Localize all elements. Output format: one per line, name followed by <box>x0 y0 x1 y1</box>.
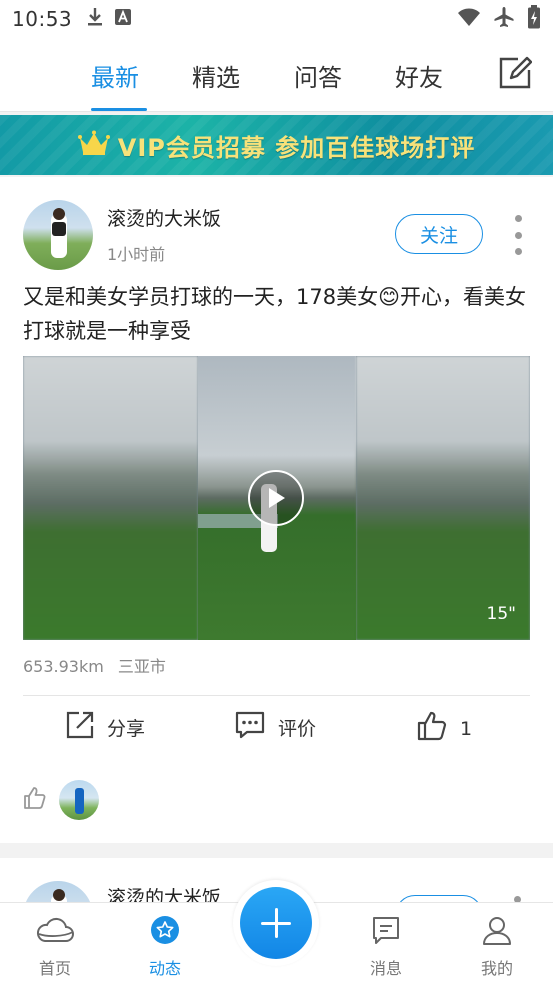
vip-banner[interactable]: VIP会员招募 参加百佳球场打评 <box>0 115 553 175</box>
tab-qa[interactable]: 问答 <box>294 58 342 93</box>
like-count: 1 <box>460 717 473 740</box>
play-icon[interactable] <box>248 470 304 526</box>
liker-avatar[interactable] <box>59 780 99 820</box>
share-icon <box>65 710 95 745</box>
nav-feed[interactable]: 动态 <box>130 915 200 979</box>
post-meta: 653.93km 三亚市 <box>23 653 166 677</box>
edit-icon[interactable] <box>498 56 533 90</box>
user-icon <box>482 915 512 949</box>
video-duration: 15" <box>486 604 516 624</box>
download-icon <box>86 7 104 31</box>
post-username[interactable]: 滚烫的大米饭 <box>107 204 221 231</box>
post-card: 滚烫的大米饭 1小时前 关注 又是和美女学员打球的一天，178美女😊开心，看美女… <box>0 177 553 843</box>
banner-text: VIP会员招募 参加百佳球场打评 <box>117 133 476 162</box>
active-tab-indicator <box>91 108 147 111</box>
post-distance: 653.93km <box>23 657 104 676</box>
share-label: 分享 <box>107 718 146 740</box>
likers-row <box>23 780 99 820</box>
post-video[interactable]: 15" <box>23 356 530 640</box>
nav-profile-label: 我的 <box>480 959 513 978</box>
nav-home-label: 首页 <box>38 959 71 978</box>
follow-button[interactable]: 关注 <box>395 214 483 254</box>
tab-latest[interactable]: 最新 <box>91 58 139 93</box>
post-time: 1小时前 <box>107 245 166 264</box>
message-icon <box>371 915 401 949</box>
thumbs-up-small-icon <box>23 786 47 814</box>
cloud-icon <box>35 915 75 949</box>
tab-friends[interactable]: 好友 <box>395 58 443 93</box>
status-time: 10:53 <box>12 7 73 31</box>
nav-feed-label: 动态 <box>148 959 181 978</box>
crown-icon <box>77 130 110 160</box>
add-post-button[interactable] <box>240 887 312 959</box>
airplane-mode-icon <box>493 6 515 32</box>
smile-emoji: 😊 <box>378 285 400 309</box>
avatar[interactable] <box>23 200 93 270</box>
comment-button[interactable]: 评价 <box>234 710 316 745</box>
divider <box>23 695 530 696</box>
status-bar: 10:53 <box>0 0 553 38</box>
post-content[interactable]: 又是和美女学员打球的一天，178美女😊开心，看美女打球就是一种享受 <box>23 280 533 348</box>
post-location: 三亚市 <box>117 657 166 676</box>
nav-messages[interactable]: 消息 <box>351 915 421 979</box>
comment-label: 评价 <box>278 718 317 740</box>
like-button[interactable]: 1 <box>416 710 472 747</box>
battery-charging-icon <box>527 5 541 33</box>
share-button[interactable]: 分享 <box>65 710 145 745</box>
nav-profile[interactable]: 我的 <box>462 915 532 979</box>
comment-icon <box>234 710 266 745</box>
more-options-icon[interactable] <box>512 215 524 255</box>
star-circle-icon <box>150 915 180 949</box>
wifi-icon <box>457 7 481 31</box>
nav-messages-label: 消息 <box>369 959 402 978</box>
top-tab-bar: 最新 精选 问答 好友 <box>0 38 553 112</box>
a-letter-icon <box>114 8 132 30</box>
tab-featured[interactable]: 精选 <box>192 58 240 93</box>
app-screen: 10:53 最新 精选 问答 好友 VIP会员招募 参加百佳球场打评 滚烫的大米… <box>0 0 553 984</box>
thumbs-up-icon <box>416 710 448 747</box>
nav-home[interactable]: 首页 <box>20 915 90 979</box>
